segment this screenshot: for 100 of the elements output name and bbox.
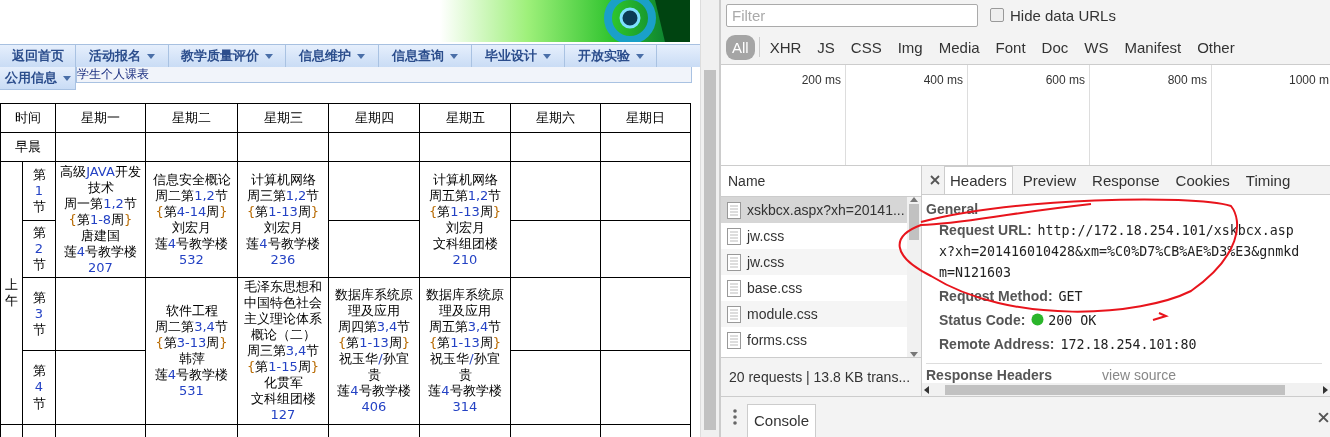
week-range: {第3-13周} [154,335,229,351]
file-icon [727,227,741,245]
type-filter[interactable]: JS [811,34,841,60]
building-name: 莲4号教学楼 [62,243,139,260]
detail-tab[interactable]: Headers [944,166,1013,194]
class-time: 周四第3,4节 [336,319,412,335]
column-header: 时间 [0,103,56,133]
column-header: 星期六 [510,103,601,133]
course-name: 信息安全概论 [151,171,232,188]
header-field: Remote Address: 172.18.254.101:80 [939,334,1303,355]
caret-icon [147,53,155,59]
teacher-name: 唐建国 [80,227,121,244]
class-time: 周五第3,4节 [427,319,503,335]
hide-data-urls-checkbox[interactable]: Hide data URLs [990,6,1116,24]
caret-icon [357,53,365,59]
teacher-name: 韩萍 [177,351,206,367]
detail-tab[interactable]: Timing [1239,166,1297,194]
course-name: 数据库系统原理及应用 [425,287,505,319]
file-icon [727,331,741,349]
caret-icon [265,53,273,59]
week-range: {第1-13周} [427,335,503,351]
scroll-down-arrow-icon[interactable] [910,352,918,357]
request-row[interactable]: jw.css [721,249,907,275]
nav-menu-item[interactable]: 公用信息 [0,67,76,90]
class-time: 周二第3,4节 [154,319,229,335]
more-menu-icon[interactable] [733,409,737,425]
request-row[interactable]: xskbcx.aspx?xh=20141... [721,197,907,223]
detail-tab[interactable]: Preview [1016,166,1083,194]
scrollbar-thumb[interactable] [945,384,1285,395]
breadcrumb: 学生个人课表 [76,67,692,83]
scroll-up-arrow-icon[interactable] [910,197,918,202]
view-source-link[interactable]: view source [1102,367,1176,383]
request-row[interactable]: module.css [721,301,907,327]
class-time: 周二第1,2节 [154,187,229,204]
week-range: {第1-15周} [245,359,321,375]
course-name: 计算机网络 [431,171,499,188]
type-filter[interactable]: WS [1078,34,1115,60]
type-filter[interactable]: Img [891,34,929,60]
scrollbar[interactable] [907,197,921,357]
row-header: 早晨 [0,132,56,162]
scrollbar[interactable] [700,0,719,437]
close-icon[interactable] [1318,411,1329,423]
course-name: 毛泽东思想和中国特色社会主义理论体系概论（二） [243,279,323,343]
class-time: 周三第3,4节 [245,343,321,359]
building-name: 莲4号教学楼 [336,383,412,399]
caret-icon [635,53,644,59]
close-icon[interactable] [930,175,940,185]
building-name: 莲4号教学楼 [153,367,230,383]
type-filter[interactable]: Media [932,34,986,60]
teacher-name: 刘宏月 [262,219,304,236]
week-range: {第1-13周} [245,203,321,220]
detail-tab[interactable]: Cookies [1169,166,1236,194]
teacher-name: 祝玉华/孙宜贵 [429,351,501,383]
room-number: 207 [87,259,114,276]
time-tick-label: 400 ms [923,73,963,87]
type-filter[interactable]: XHR [763,34,808,60]
type-filter[interactable]: CSS [844,34,888,60]
request-summary: 20 requests | 13.8 KB trans... [721,357,921,396]
building-name: 文科组团楼 [431,235,499,252]
building-name: 莲4号教学楼 [153,235,230,252]
teacher-name: 刘宏月 [444,219,486,236]
type-filter[interactable]: Other [1191,34,1241,60]
drawer-tab[interactable]: Console [747,404,817,437]
period-label: 第1节 [22,161,56,221]
course-name: 高级JAVA开发技术 [60,163,141,196]
room-number: 406 [360,399,388,415]
class-time: 周一第1,2节 [63,195,138,212]
detail-tab[interactable]: Response [1086,166,1166,194]
filter-field[interactable]: Filter [726,3,978,27]
time-tick-label: 600 ms [1045,73,1085,87]
column-header: 星期二 [145,103,238,133]
type-filter[interactable]: Doc [1035,34,1075,60]
room-number: 127 [269,407,297,423]
scrollbar-thumb[interactable] [909,204,919,240]
column-header: 星期五 [419,103,511,133]
room-number: 210 [451,251,479,268]
header-field: Status Code: 200 OK [939,310,1303,331]
week-range: {第1-8周} [67,211,134,228]
section-title: Response Headers [926,367,1053,383]
scrollbar[interactable] [922,383,1330,396]
week-range: {第1-13周} [336,335,412,351]
type-filter[interactable]: Font [989,34,1032,60]
session-label: 上午 [0,161,23,425]
column-header: 星期四 [328,103,420,133]
time-tick-label: 200 ms [801,73,841,87]
column-header: 星期三 [237,103,329,133]
building-name: 文科组团楼 [249,391,317,407]
scroll-right-arrow-icon[interactable] [1323,385,1328,394]
column-header: 星期一 [55,103,146,133]
caret-icon [450,53,458,59]
status-dot-icon [1031,313,1045,326]
teacher-name: 刘宏月 [171,219,212,236]
type-filter[interactable]: Manifest [1118,34,1188,60]
room-number: 531 [178,383,205,399]
period-label: 第3节 [22,277,56,351]
scroll-left-arrow-icon[interactable] [924,385,929,394]
scrollbar-thumb[interactable] [704,70,716,430]
week-range: {第1-13周} [427,203,503,220]
course-name: 数据库系统原理及应用 [334,287,414,319]
week-range: {第4-14周} [154,203,229,220]
